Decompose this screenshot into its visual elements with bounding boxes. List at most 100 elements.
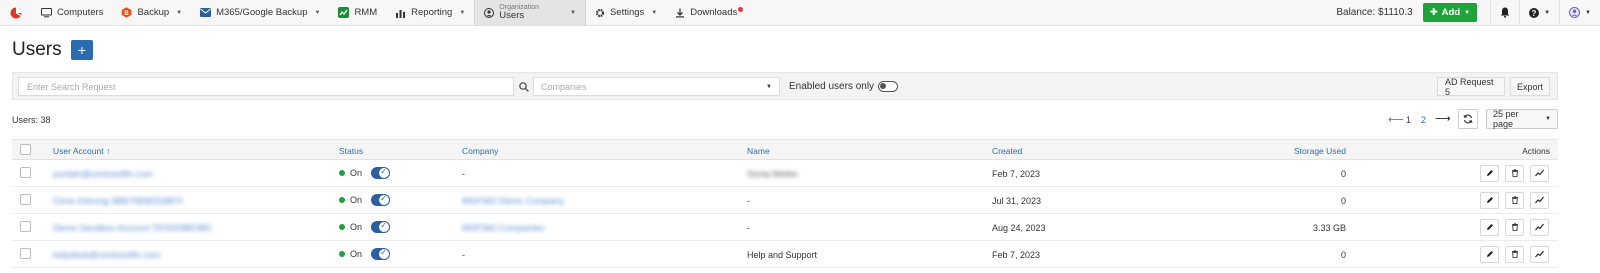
table-row: purdatr@contosolfin.com On ✓ - Sonia Met… <box>12 160 1558 187</box>
nav-rmm[interactable]: RMM <box>329 0 386 25</box>
select-all-checkbox[interactable] <box>20 144 31 155</box>
search-icon <box>519 81 529 92</box>
company-cell: - <box>462 169 465 179</box>
user-account-link[interactable]: Cima Ostrong 3BB79B9EE6BF0 <box>53 196 183 206</box>
backup-icon: B <box>121 7 132 18</box>
trash-icon <box>1511 195 1519 206</box>
add-button[interactable]: ✚ Add ▼ <box>1422 3 1478 22</box>
search-input[interactable] <box>18 77 514 96</box>
status-toggle[interactable]: ✓ <box>371 194 390 206</box>
enabled-users-only-toggle[interactable] <box>878 81 898 92</box>
company-link[interactable]: MSP360 Demo Company <box>462 196 564 206</box>
help-icon: ? <box>1529 7 1540 18</box>
rmm-icon <box>338 7 350 18</box>
arrow-right-icon[interactable]: ⟶ <box>1435 112 1451 125</box>
notification-dot <box>738 7 744 12</box>
storage-cell: 3.33 GB <box>1312 223 1346 233</box>
users-table: User Account ↑ Status Company Name Creat… <box>12 139 1558 268</box>
edit-button[interactable] <box>1480 192 1499 209</box>
delete-button[interactable] <box>1505 165 1524 182</box>
pagination: ⟵ <box>1388 113 1404 126</box>
add-user-button[interactable]: + <box>71 40 93 60</box>
help-button[interactable]: ? ▼ <box>1519 0 1559 26</box>
user-account-link[interactable]: purdatr@contosolfin.com <box>53 169 153 179</box>
check-icon: ✓ <box>380 167 387 176</box>
created-cell: Jul 31, 2023 <box>992 196 1042 206</box>
chevron-down-icon: ▼ <box>459 9 466 16</box>
stats-button[interactable] <box>1530 165 1549 182</box>
column-status[interactable]: Status <box>339 146 363 156</box>
user-profile-button[interactable]: ▼ <box>1559 0 1600 26</box>
chart-icon <box>395 8 406 18</box>
svg-text:B: B <box>125 11 130 17</box>
chevron-down-icon: ▼ <box>1545 116 1551 122</box>
status-online-dot <box>339 251 345 257</box>
row-checkbox[interactable] <box>20 167 31 178</box>
user-account-link[interactable]: helpdesk@contosolfin.com <box>53 250 161 260</box>
line-chart-icon <box>1535 196 1544 206</box>
table-row: helpdesk@contosolfin.com On ✓ - Help and… <box>12 241 1558 268</box>
svg-text:?: ? <box>1532 8 1537 17</box>
arrow-left-icon[interactable]: ⟵ <box>1388 113 1404 126</box>
ad-request-button[interactable]: AD Request 5 <box>1437 77 1505 97</box>
nav-settings-label: Settings <box>609 7 645 18</box>
download-icon <box>675 8 685 18</box>
check-icon: ✓ <box>380 194 387 203</box>
delete-button[interactable] <box>1505 246 1524 263</box>
column-name[interactable]: Name <box>747 146 770 156</box>
trash-icon <box>1511 168 1519 179</box>
column-storage-used[interactable]: Storage Used <box>1294 146 1346 156</box>
nav-settings[interactable]: Settings ▼ <box>586 0 666 25</box>
edit-button[interactable] <box>1480 219 1499 236</box>
nav-reporting[interactable]: Reporting ▼ <box>386 0 474 25</box>
nav-backup[interactable]: B Backup ▼ <box>112 0 191 25</box>
companies-select[interactable]: Companies ▼ <box>533 77 780 96</box>
line-chart-icon <box>1535 169 1544 179</box>
status-toggle[interactable]: ✓ <box>371 248 390 260</box>
row-checkbox[interactable] <box>20 248 31 259</box>
column-company[interactable]: Company <box>462 146 498 156</box>
status-toggle[interactable]: ✓ <box>371 167 390 179</box>
delete-button[interactable] <box>1505 219 1524 236</box>
refresh-button[interactable] <box>1458 109 1478 129</box>
chevron-down-icon: ▼ <box>1544 9 1551 16</box>
nav-users-label: Users <box>499 10 525 22</box>
user-account-link[interactable]: Demo Sandbox Account TE0000BE9B0 <box>53 223 211 233</box>
company-link[interactable]: MSP360 Companies <box>462 223 545 233</box>
page-1[interactable]: 1 <box>1406 115 1411 125</box>
user-circle-icon <box>484 7 495 18</box>
nav-organization-users[interactable]: Organization Users ▼ <box>474 0 586 25</box>
status-online-dot <box>339 224 345 230</box>
status-toggle[interactable]: ✓ <box>371 221 390 233</box>
edit-button[interactable] <box>1480 165 1499 182</box>
row-checkbox[interactable] <box>20 194 31 205</box>
nav-computers[interactable]: Computers <box>32 0 112 25</box>
avatar-icon <box>1569 7 1581 18</box>
app-logo[interactable] <box>0 0 32 25</box>
row-checkbox[interactable] <box>20 221 31 232</box>
plus-icon: ✚ <box>1429 7 1438 18</box>
edit-button[interactable] <box>1480 246 1499 263</box>
page-2[interactable]: 2 <box>1421 115 1426 125</box>
line-chart-icon <box>1535 223 1544 233</box>
notifications-button[interactable] <box>1490 0 1519 26</box>
delete-button[interactable] <box>1505 192 1524 209</box>
storage-cell: 0 <box>1340 196 1346 206</box>
filter-bar: Companies ▼ Enabled users only AD Reques… <box>12 72 1558 100</box>
search-button[interactable] <box>514 77 534 96</box>
stats-button[interactable] <box>1530 192 1549 209</box>
export-button[interactable]: Export <box>1510 77 1550 96</box>
users-count: Users: 38 <box>12 115 51 125</box>
table-row: Cima Ostrong 3BB79B9EE6BF0 On ✓ MSP360 D… <box>12 187 1558 214</box>
bell-icon <box>1500 7 1510 18</box>
nav-m365-google-backup[interactable]: M365/Google Backup ▼ <box>191 0 329 25</box>
table-header: User Account ↑ Status Company Name Creat… <box>12 139 1558 160</box>
pencil-icon <box>1486 223 1494 233</box>
stats-button[interactable] <box>1530 219 1549 236</box>
nav-downloads[interactable]: Downloads <box>666 0 746 25</box>
column-created[interactable]: Created <box>992 146 1022 156</box>
stats-button[interactable] <box>1530 246 1549 263</box>
nav-rmm-label: RMM <box>354 7 378 18</box>
column-user-account[interactable]: User Account ↑ <box>53 146 110 156</box>
per-page-select[interactable]: 25 per page ▼ <box>1486 109 1558 129</box>
